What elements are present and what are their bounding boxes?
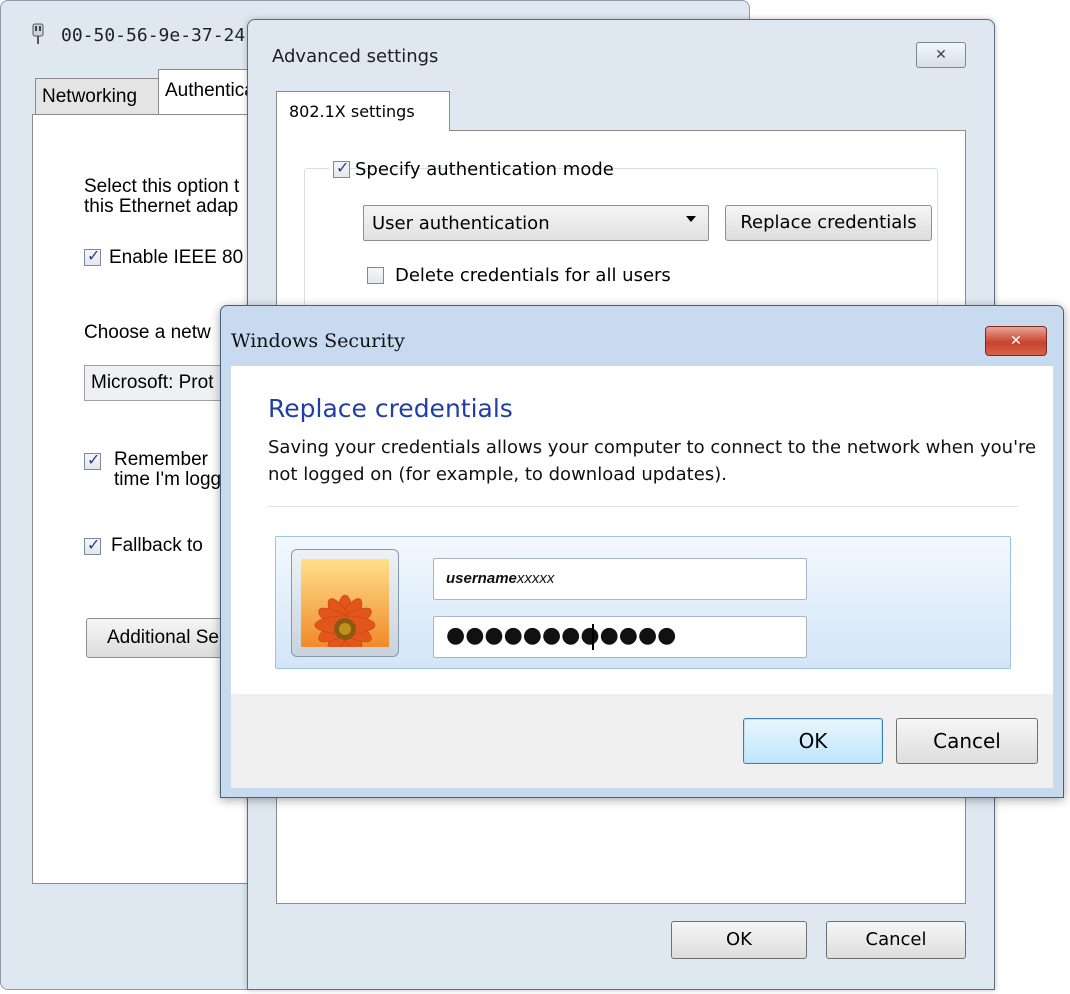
window-title: 00-50-56-9e-37-24 xyxy=(61,25,246,46)
enable-ieee-label: Enable IEEE 80 xyxy=(109,247,244,268)
avatar xyxy=(291,549,399,657)
ok-button[interactable]: OK xyxy=(743,718,883,764)
tab-authentication[interactable]: Authentication xyxy=(158,69,258,115)
remember-credentials-label: Remember xyxy=(114,449,208,470)
username-value: usernamexxxxx xyxy=(446,570,555,587)
specify-auth-row: ✓ Specify authentication mode xyxy=(329,158,614,181)
specify-auth-label: Specify authentication mode xyxy=(355,159,614,180)
checkmark-icon: ✓ xyxy=(87,450,101,469)
cancel-button[interactable]: Cancel xyxy=(896,718,1038,764)
window-title: Advanced settings xyxy=(272,46,439,67)
remember-credentials-label-line2: time I'm logg xyxy=(114,469,222,490)
close-icon: ✕ xyxy=(1010,333,1022,349)
windows-security-dialog: Windows Security ✕ Replace credentials S… xyxy=(220,305,1064,798)
dialog-description: Saving your credentials allows your comp… xyxy=(268,437,1037,485)
auth-mode-dropdown[interactable]: User authentication xyxy=(363,205,709,241)
close-button[interactable]: ✕ xyxy=(985,326,1047,356)
username-field[interactable]: usernamexxxxx xyxy=(433,558,807,600)
fallback-checkbox[interactable]: ✓ xyxy=(84,535,101,555)
close-icon: ✕ xyxy=(935,47,947,63)
select-option-text: Select this option t xyxy=(84,176,240,197)
text-cursor xyxy=(592,624,594,650)
auth-method-value: Microsoft: Prot xyxy=(91,372,214,393)
ok-button[interactable]: OK xyxy=(671,921,807,959)
close-button[interactable]: ✕ xyxy=(916,42,966,68)
password-field[interactable]: ●●●●●●●●●●●● xyxy=(433,616,807,658)
tab-8021x-settings[interactable]: 802.1X settings xyxy=(276,91,450,131)
delete-credentials-checkbox[interactable] xyxy=(367,267,384,284)
additional-settings-label: Additional Se xyxy=(107,627,219,648)
remember-credentials-checkbox[interactable]: ✓ xyxy=(84,450,101,470)
tab-networking[interactable]: Networking xyxy=(35,78,159,114)
credential-tile[interactable]: usernamexxxxx ●●●●●●●●●●●● xyxy=(275,536,1011,669)
delete-credentials-label: Delete credentials for all users xyxy=(395,265,671,286)
dialog-title: Windows Security xyxy=(231,330,405,352)
choose-method-label: Choose a netw xyxy=(84,322,211,343)
chevron-down-icon xyxy=(686,216,696,222)
cancel-button[interactable]: Cancel xyxy=(826,921,966,959)
auth-mode-value: User authentication xyxy=(372,213,550,234)
replace-credentials-button[interactable]: Replace credentials xyxy=(725,205,932,241)
flower-user-picture-icon xyxy=(301,559,389,647)
specify-auth-checkbox[interactable]: ✓ xyxy=(333,158,350,178)
dialog-body: Replace credentials Saving your credenti… xyxy=(231,366,1053,788)
select-option-text-line2: this Ethernet adap xyxy=(84,196,239,217)
checkmark-icon: ✓ xyxy=(87,535,101,554)
checkmark-icon: ✓ xyxy=(87,246,101,265)
checkmark-icon: ✓ xyxy=(336,158,350,177)
enable-ieee-checkbox[interactable]: ✓ xyxy=(84,246,101,266)
divider xyxy=(268,506,1018,507)
dialog-heading: Replace credentials xyxy=(268,394,513,423)
fallback-label: Fallback to xyxy=(111,535,203,556)
password-mask: ●●●●●●●●●●●● xyxy=(446,623,677,648)
network-adapter-icon xyxy=(32,23,44,44)
